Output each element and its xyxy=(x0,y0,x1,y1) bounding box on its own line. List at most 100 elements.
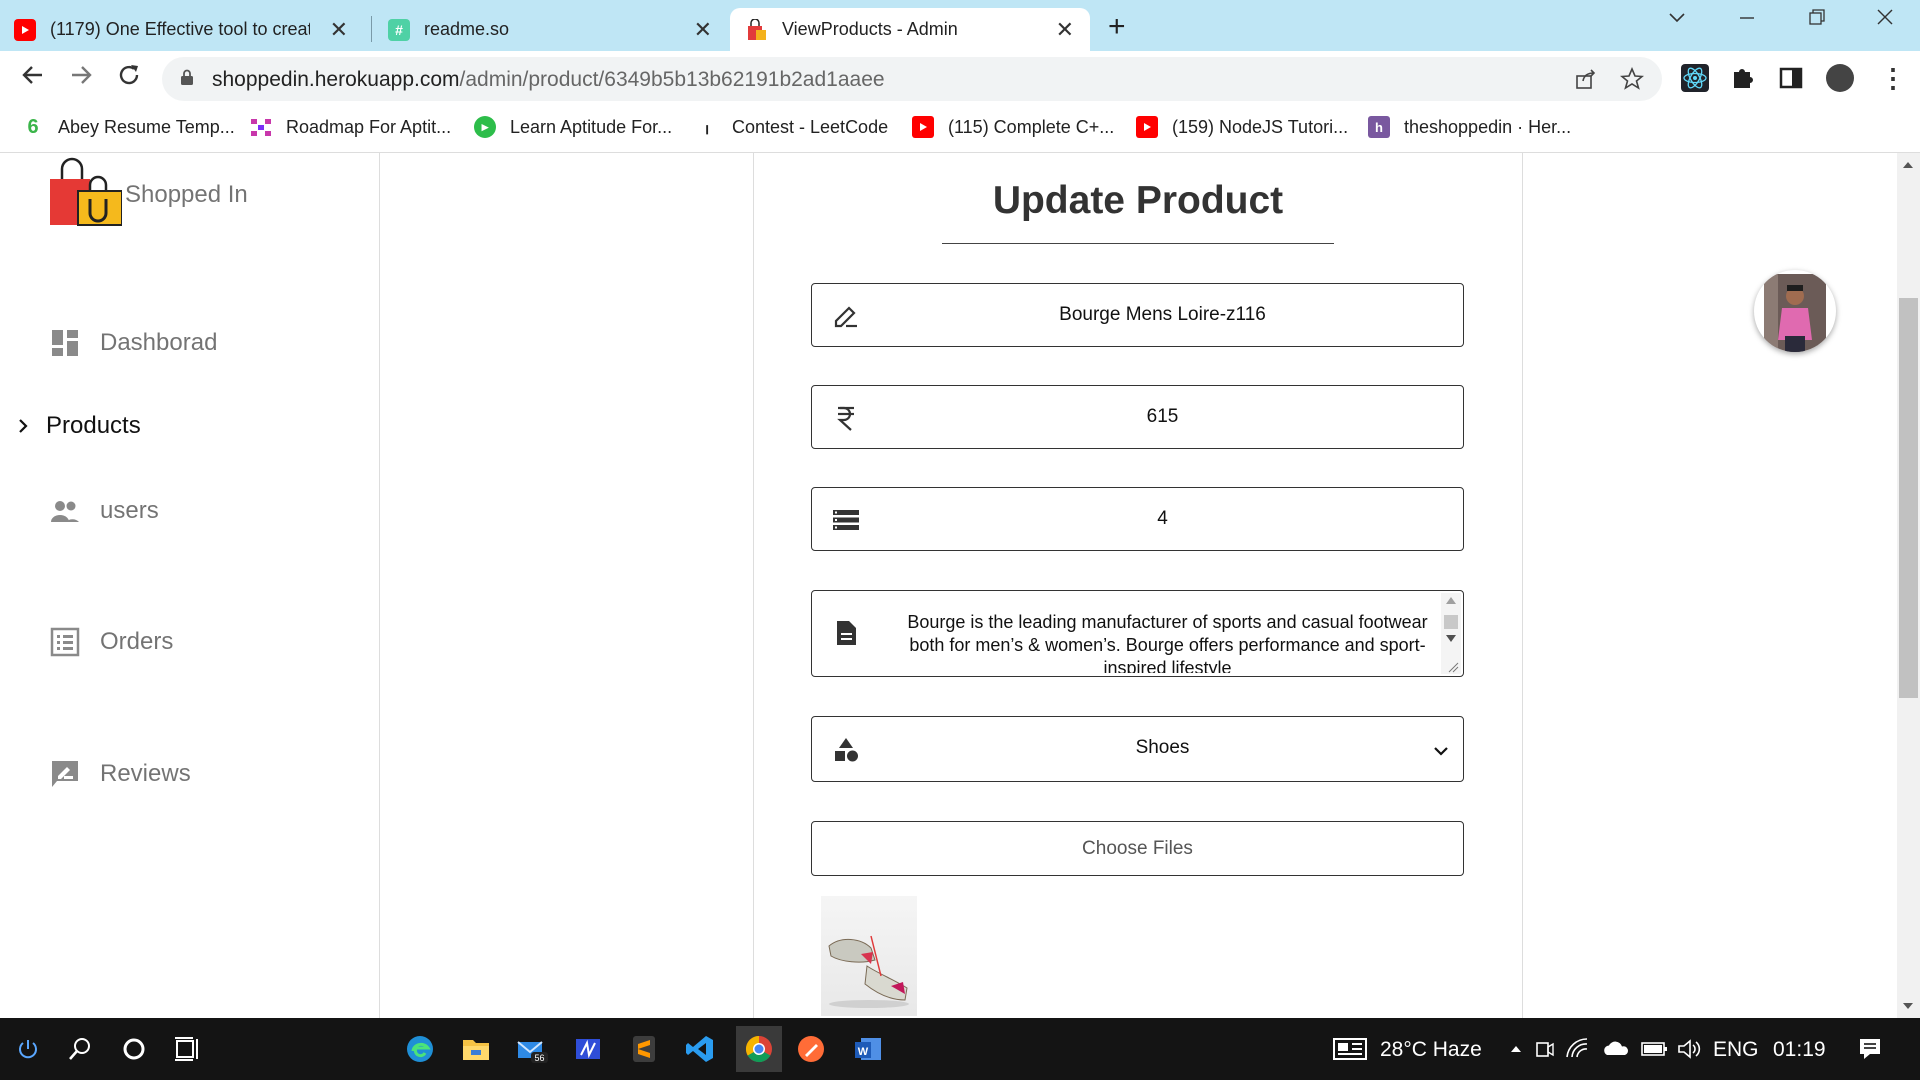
update-product-form: Update Product Bourge Mens Loire-z116 61… xyxy=(753,153,1523,1018)
task-view-icon[interactable] xyxy=(170,1031,206,1067)
chrome-icon[interactable] xyxy=(736,1026,782,1072)
postman-icon[interactable] xyxy=(793,1031,829,1067)
admin-avatar[interactable] xyxy=(1754,270,1836,352)
sidebar-item-products[interactable]: Products xyxy=(14,412,141,440)
powerapps-icon[interactable] xyxy=(570,1031,606,1067)
resume-icon: 6 xyxy=(27,115,39,138)
scroll-down-arrow-icon[interactable] xyxy=(1903,1003,1913,1009)
close-icon[interactable]: ✕ xyxy=(694,17,712,43)
input-language[interactable]: ENG xyxy=(1713,1038,1759,1062)
more-menu-icon[interactable]: ⋮ xyxy=(1880,63,1906,94)
url-host: shoppedin.herokuapp.com xyxy=(212,68,460,91)
windows-taskbar: 56 W 28°C Haze ENG 01:19 xyxy=(0,1018,1920,1080)
bookmark-item[interactable]: Roadmap For Aptit... xyxy=(250,116,451,138)
product-name-input[interactable]: Bourge Mens Loire-z116 xyxy=(882,304,1443,326)
price-field[interactable]: 615 xyxy=(811,385,1464,449)
search-icon[interactable] xyxy=(62,1031,98,1067)
tab-readme[interactable]: # readme.so ✕ xyxy=(388,8,728,51)
react-devtools-icon[interactable] xyxy=(1681,64,1709,92)
bookmark-label: Roadmap For Aptit... xyxy=(286,116,452,137)
brand-name[interactable]: Shopped In xyxy=(125,181,248,209)
cortana-icon[interactable] xyxy=(116,1031,152,1067)
choose-files-button[interactable]: Choose Files xyxy=(811,821,1464,876)
bookmark-item[interactable]: 6 Abey Resume Temp... xyxy=(22,115,235,138)
side-panel-icon[interactable] xyxy=(1777,64,1805,92)
volume-icon[interactable] xyxy=(1672,1031,1708,1067)
product-image-thumbnail[interactable] xyxy=(821,896,917,1016)
address-bar[interactable]: shoppedin.herokuapp.com/admin/product/63… xyxy=(162,57,1662,101)
scroll-up-arrow-icon[interactable] xyxy=(1446,597,1456,604)
category-select[interactable]: Shoes xyxy=(811,716,1464,782)
product-name-field[interactable]: Bourge Mens Loire-z116 xyxy=(811,283,1464,347)
profile-avatar-icon[interactable] xyxy=(1826,64,1854,92)
vscode-icon[interactable] xyxy=(682,1031,718,1067)
sidebar-item-label: Reviews xyxy=(100,760,191,787)
restore-icon[interactable] xyxy=(1808,6,1826,32)
bookmark-item[interactable]: (159) NodeJS Tutori... xyxy=(1136,116,1348,138)
window-close-icon[interactable] xyxy=(1876,6,1894,32)
file-explorer-icon[interactable] xyxy=(458,1031,494,1067)
tab-title: readme.so xyxy=(424,19,510,39)
sidebar-item-dashboard[interactable]: Dashborad xyxy=(50,328,217,358)
scroll-thumb[interactable] xyxy=(1444,615,1458,629)
bookmark-item[interactable]: h theshoppedin · Her... xyxy=(1368,116,1571,138)
close-icon[interactable]: ✕ xyxy=(1056,17,1074,43)
tab-search-chevron-icon[interactable] xyxy=(1668,6,1686,32)
share-icon[interactable] xyxy=(1574,67,1598,98)
hash-icon: # xyxy=(388,18,410,41)
edit-pencil-icon xyxy=(834,306,857,328)
stock-input[interactable]: 4 xyxy=(882,508,1443,530)
price-input[interactable]: 615 xyxy=(882,406,1443,428)
bookmark-item[interactable]: (115) Complete C+... xyxy=(912,116,1114,138)
scroll-thumb[interactable] xyxy=(1899,298,1918,698)
extensions-puzzle-icon[interactable] xyxy=(1729,64,1757,92)
battery-charging-icon[interactable] xyxy=(1636,1031,1672,1067)
sidebar-item-reviews[interactable]: Reviews xyxy=(50,759,191,789)
power-icon[interactable] xyxy=(10,1031,46,1067)
chevron-down-icon[interactable] xyxy=(1433,743,1449,759)
reload-icon[interactable] xyxy=(116,62,142,95)
bookmark-label: Contest - LeetCode xyxy=(732,116,889,137)
page-content: Shopped In Dashborad Products users Orde… xyxy=(0,153,1920,1018)
people-icon xyxy=(51,501,79,522)
bookmark-item[interactable]: ₗ Contest - LeetCode xyxy=(696,116,889,139)
onedrive-icon[interactable] xyxy=(1598,1031,1634,1067)
edge-icon[interactable] xyxy=(402,1031,438,1067)
star-icon[interactable] xyxy=(1619,66,1645,98)
meet-now-icon[interactable] xyxy=(1526,1031,1562,1067)
bookmark-item[interactable]: ▸ Learn Aptitude For... xyxy=(474,116,672,138)
sidebar-item-label: users xyxy=(100,497,159,524)
wifi-icon[interactable] xyxy=(1560,1031,1596,1067)
tab-viewproducts[interactable]: ViewProducts - Admin ✕ xyxy=(730,8,1090,51)
roadmap-icon xyxy=(250,116,272,138)
mail-icon[interactable]: 56 xyxy=(514,1031,550,1067)
notifications-icon[interactable] xyxy=(1852,1031,1888,1067)
scroll-down-arrow-icon[interactable] xyxy=(1446,635,1456,642)
bookmark-label: Abey Resume Temp... xyxy=(58,116,235,137)
news-weather-icon[interactable] xyxy=(1332,1031,1368,1067)
bookmark-label: (159) NodeJS Tutori... xyxy=(1172,116,1349,137)
forward-arrow-icon[interactable] xyxy=(68,62,94,95)
weather-text[interactable]: 28°C Haze xyxy=(1380,1038,1482,1062)
minimize-icon[interactable] xyxy=(1738,6,1756,32)
close-icon[interactable]: ✕ xyxy=(330,17,348,43)
word-icon[interactable]: W xyxy=(850,1031,886,1067)
shopped-in-logo[interactable] xyxy=(50,157,122,229)
resize-grip-icon[interactable] xyxy=(1447,661,1459,673)
page-scrollbar[interactable] xyxy=(1897,153,1920,1018)
tab-title: ViewProducts - Admin xyxy=(782,19,958,39)
sidebar-item-users[interactable]: users xyxy=(50,496,159,526)
back-arrow-icon[interactable] xyxy=(20,62,46,95)
tab-youtube[interactable]: (1179) One Effective tool to creat ✕ xyxy=(14,8,364,51)
stock-field[interactable]: 4 xyxy=(811,487,1464,551)
sidebar-item-label: Dashborad xyxy=(100,329,218,356)
sublime-text-icon[interactable] xyxy=(626,1031,662,1067)
scroll-up-arrow-icon[interactable] xyxy=(1903,162,1913,168)
clock-time[interactable]: 01:19 xyxy=(1773,1038,1826,1062)
list-alt-icon xyxy=(50,627,80,657)
svg-text:W: W xyxy=(858,1046,869,1058)
description-field[interactable]: Bourge is the leading manufacturer of sp… xyxy=(811,590,1464,677)
sidebar-item-orders[interactable]: Orders xyxy=(50,627,173,657)
description-textarea[interactable]: Bourge is the leading manufacturer of sp… xyxy=(902,611,1433,673)
new-tab-icon[interactable]: + xyxy=(1108,10,1126,44)
